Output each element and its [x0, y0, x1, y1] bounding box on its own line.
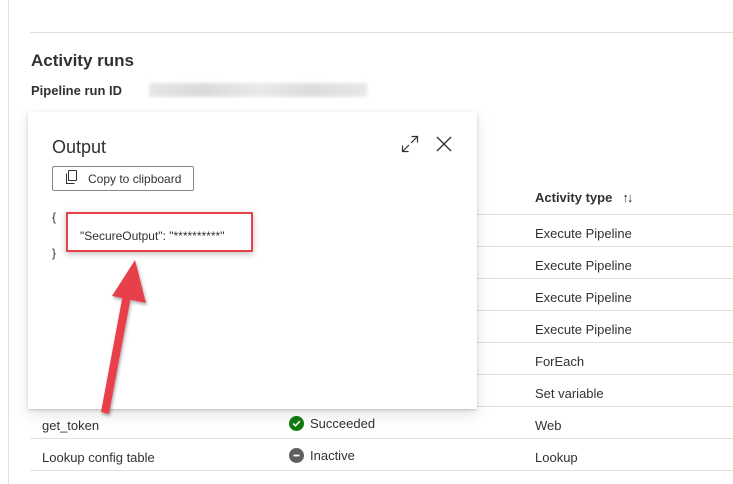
page-title: Activity runs	[31, 51, 134, 70]
activity-type-cell: Execute Pipeline	[535, 258, 632, 273]
status-cell: Inactive	[289, 448, 355, 463]
activity-type-cell: Set variable	[535, 386, 604, 401]
sort-icon[interactable]: ↑↓	[622, 190, 633, 205]
activity-name-cell[interactable]: get_token	[42, 418, 99, 433]
output-panel: Output Copy to clipboard { "SecureOutput…	[28, 112, 477, 409]
output-panel-actions	[400, 134, 454, 154]
close-icon[interactable]	[434, 134, 454, 154]
success-check-icon	[289, 416, 304, 431]
json-close-brace: }	[52, 246, 57, 260]
activity-type-cell: Web	[535, 418, 562, 433]
top-divider	[30, 32, 733, 33]
json-open-brace: {	[52, 210, 57, 224]
row-divider	[30, 438, 733, 439]
expand-icon[interactable]	[400, 134, 420, 154]
copy-to-clipboard-button[interactable]: Copy to clipboard	[52, 166, 194, 191]
activity-type-cell: Lookup	[535, 450, 578, 465]
activity-type-column-header[interactable]: Activity type ↑↓	[535, 190, 633, 205]
status-label: Succeeded	[310, 416, 376, 431]
annotation-highlight-box	[66, 212, 253, 252]
output-panel-title: Output	[52, 137, 107, 157]
activity-type-cell: ForEach	[535, 354, 585, 369]
copy-icon	[65, 170, 78, 187]
status-cell: Succeeded	[289, 416, 375, 431]
activity-type-header-label: Activity type	[535, 190, 613, 205]
activity-name-cell[interactable]: Lookup config table	[42, 450, 155, 465]
inactive-minus-icon	[289, 448, 304, 463]
copy-button-label: Copy to clipboard	[88, 171, 182, 186]
activity-type-cell: Execute Pipeline	[535, 322, 632, 337]
pipeline-run-id-value-redacted	[149, 83, 367, 97]
page-left-border	[8, 0, 9, 484]
status-label: Inactive	[310, 448, 355, 463]
pipeline-run-id-label: Pipeline run ID	[31, 83, 123, 98]
activity-type-cell: Execute Pipeline	[535, 290, 632, 305]
activity-type-cell: Execute Pipeline	[535, 226, 632, 241]
row-divider	[30, 470, 733, 471]
